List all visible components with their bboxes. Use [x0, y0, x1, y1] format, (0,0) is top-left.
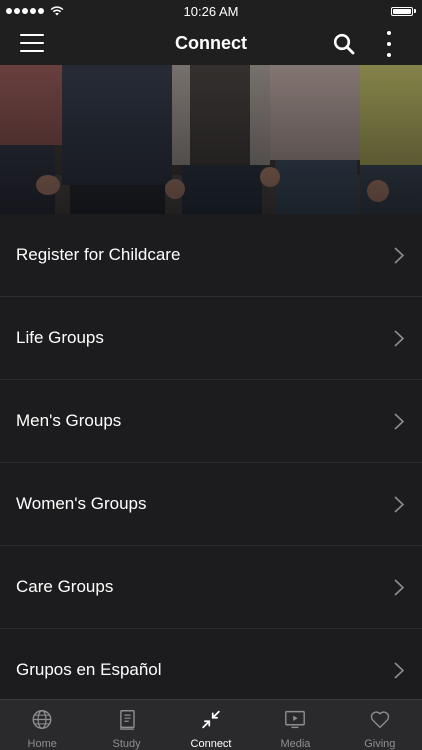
- book-icon: [119, 710, 135, 730]
- chevron-right-icon: [394, 578, 404, 596]
- tab-label: Media: [280, 738, 311, 750]
- signal-dot: [22, 8, 28, 14]
- status-bar: 10:26 AM: [0, 0, 422, 22]
- tab-label: Study: [112, 738, 141, 750]
- signal-dot: [38, 8, 44, 14]
- tab-giving[interactable]: Giving: [338, 700, 422, 750]
- chevron-right-icon: [394, 329, 404, 347]
- tab-label: Home: [27, 738, 57, 750]
- list-item-label: Life Groups: [16, 328, 104, 347]
- chevron-right-icon: [394, 412, 404, 430]
- signal-dot: [14, 8, 20, 14]
- nav-bar: Connect: [0, 22, 422, 65]
- list-item-register-childcare[interactable]: Register for Childcare: [0, 214, 422, 297]
- play-screen-icon: [285, 710, 306, 729]
- more-options-icon[interactable]: [382, 31, 396, 57]
- tab-media[interactable]: Media: [253, 700, 337, 750]
- list-item-life-groups[interactable]: Life Groups: [0, 297, 422, 380]
- page-title: Connect: [175, 33, 247, 53]
- wifi-icon: [50, 6, 64, 16]
- list-item-label: Men's Groups: [16, 411, 122, 430]
- connect-list: Register for Childcare Life Groups Men's…: [0, 214, 422, 712]
- tab-bar: Home Study Connect Media Giving: [0, 699, 422, 750]
- list-item-label: Register for Childcare: [16, 245, 181, 264]
- tab-label: Connect: [190, 738, 232, 750]
- list-item-label: Women's Groups: [16, 494, 147, 513]
- list-item-womens-groups[interactable]: Women's Groups: [0, 463, 422, 546]
- battery-icon: [391, 6, 422, 16]
- menu-icon[interactable]: [20, 34, 44, 54]
- signal-indicator: [0, 6, 64, 16]
- list-item-mens-groups[interactable]: Men's Groups: [0, 380, 422, 463]
- list-item-label: Grupos en Español: [16, 660, 162, 679]
- connect-arrows-icon: [202, 710, 220, 729]
- signal-dot: [30, 8, 36, 14]
- hero-overlay: [0, 65, 422, 214]
- list-item-care-groups[interactable]: Care Groups: [0, 546, 422, 629]
- globe-icon: [32, 710, 52, 729]
- signal-dot: [6, 8, 12, 14]
- hero-image: [0, 65, 422, 214]
- heart-icon: [370, 711, 390, 729]
- tab-study[interactable]: Study: [84, 700, 168, 750]
- search-icon[interactable]: [333, 33, 355, 55]
- tab-label: Giving: [364, 738, 396, 750]
- list-item-label: Care Groups: [16, 577, 114, 596]
- chevron-right-icon: [394, 246, 404, 264]
- tab-home[interactable]: Home: [0, 700, 84, 750]
- chevron-right-icon: [394, 495, 404, 513]
- chevron-right-icon: [394, 661, 404, 679]
- tab-connect[interactable]: Connect: [169, 700, 253, 750]
